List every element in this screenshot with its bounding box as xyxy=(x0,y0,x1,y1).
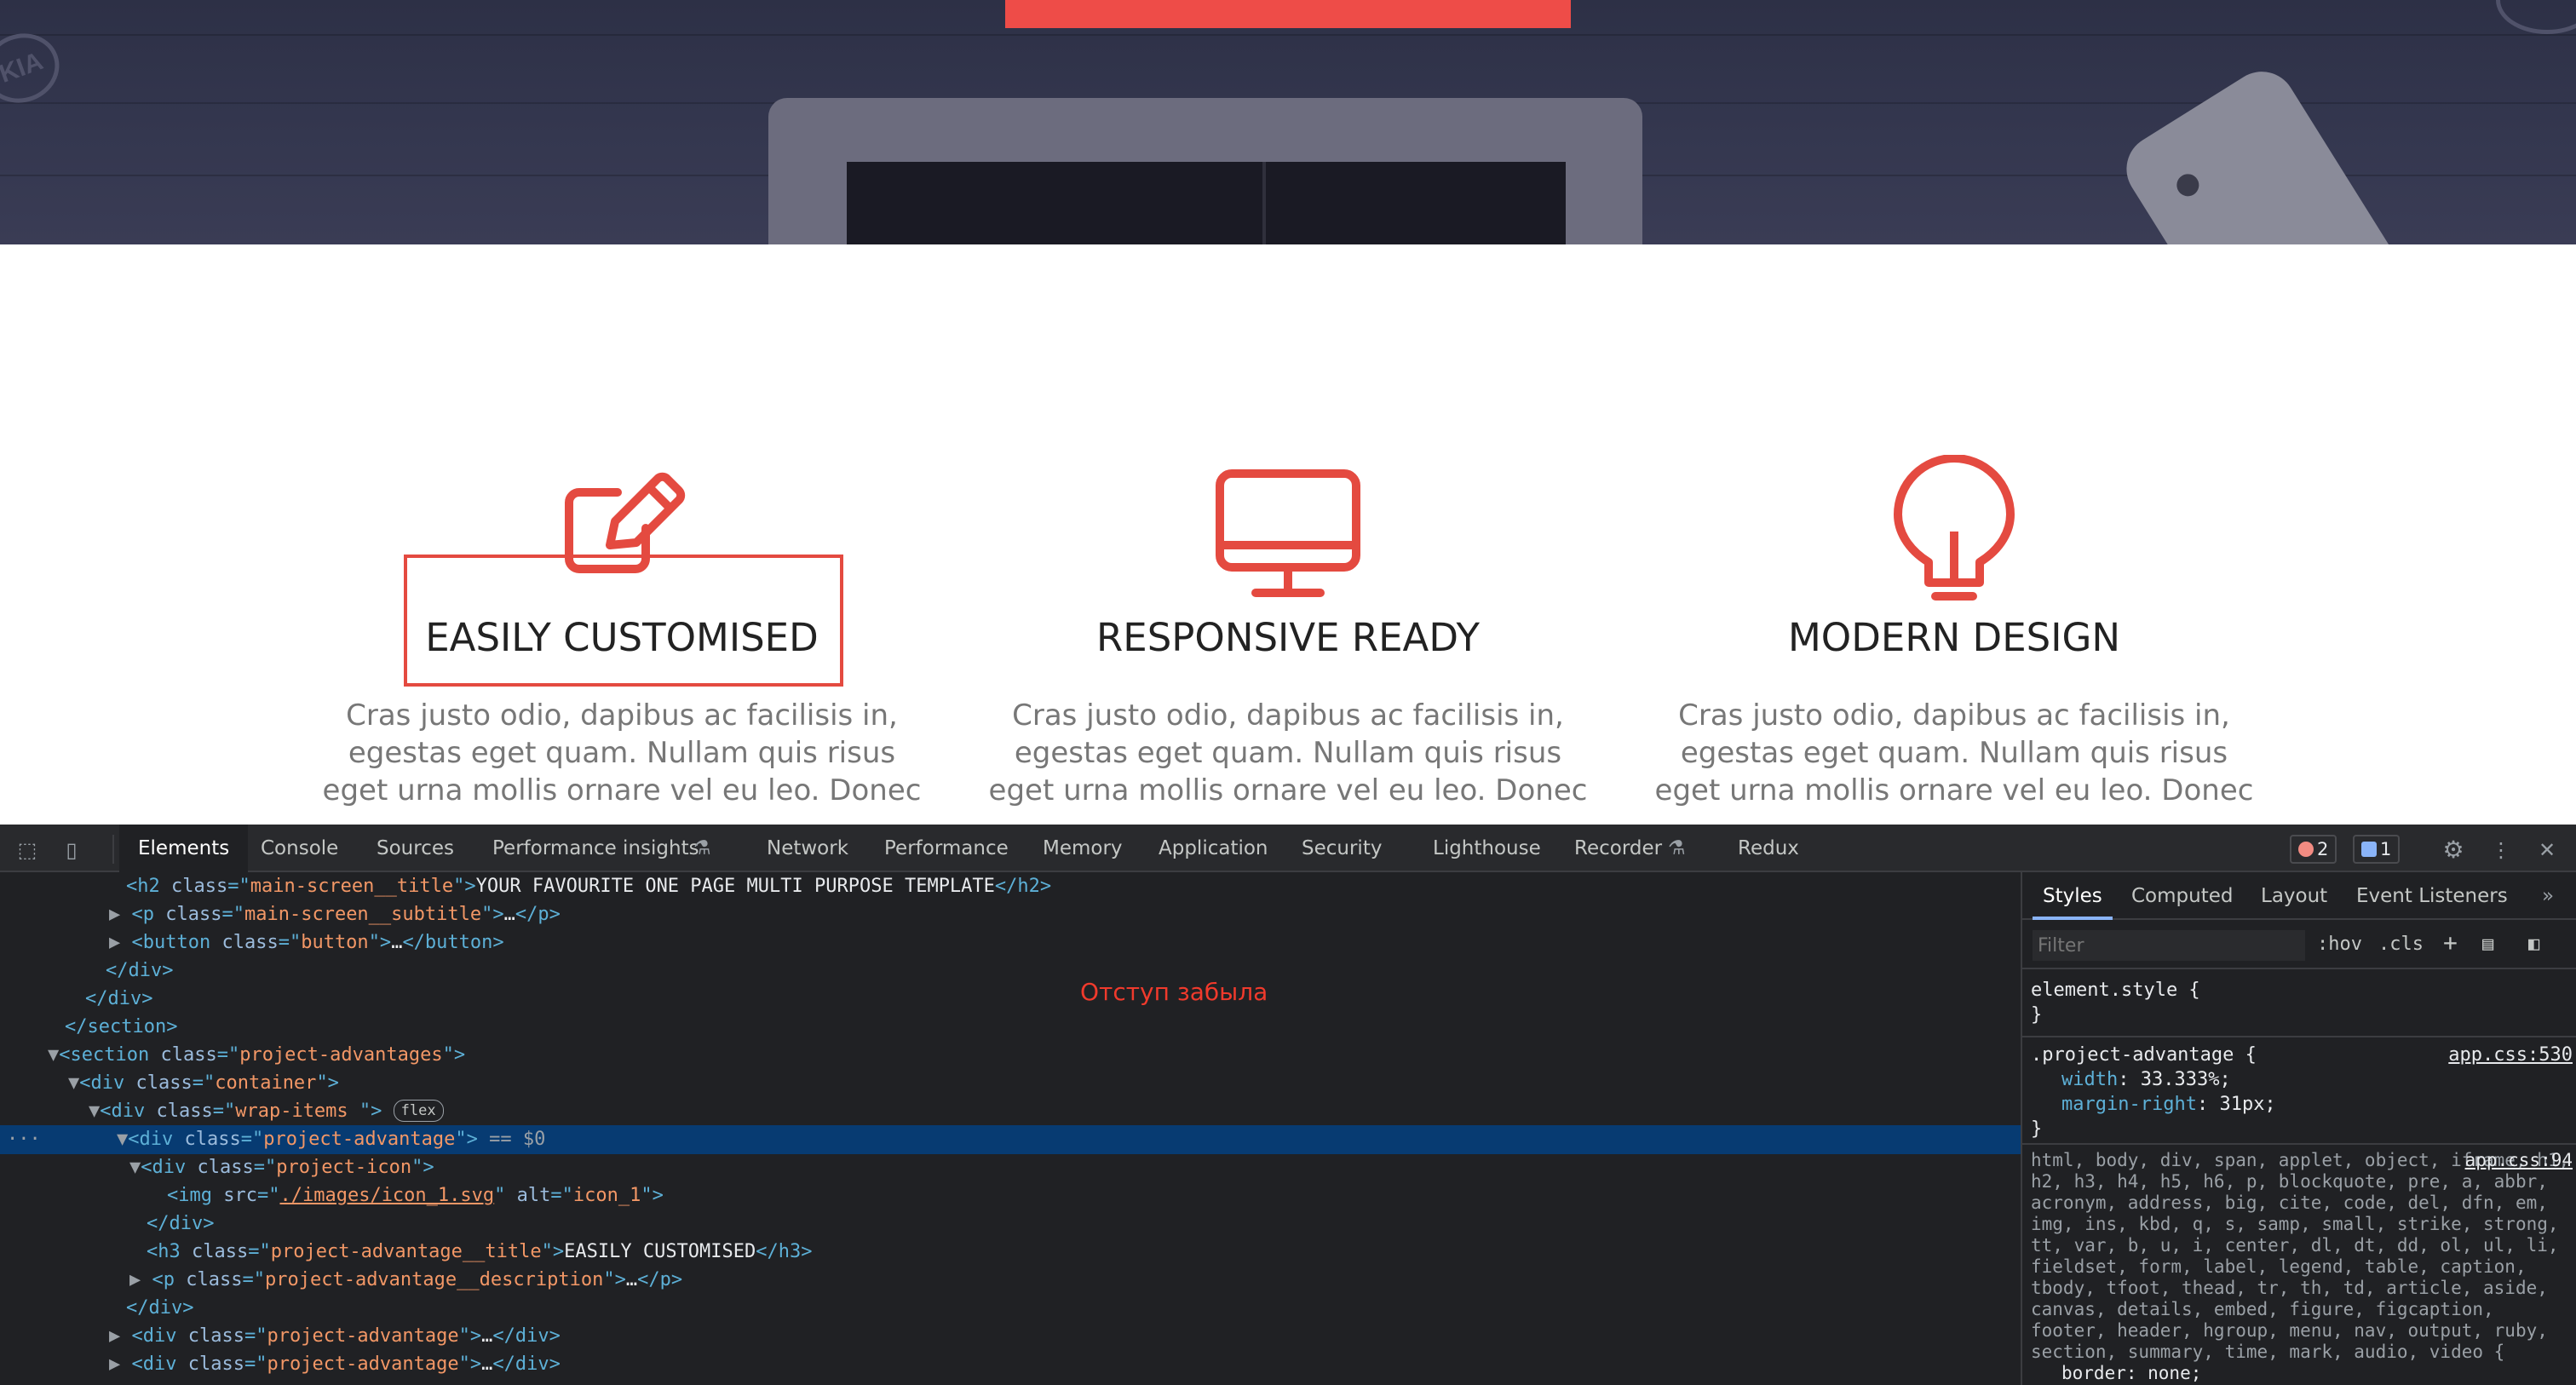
rule-source-link[interactable]: app.css:94 xyxy=(2465,1150,2573,1171)
tab-performance-insights[interactable]: Performance insights xyxy=(492,825,699,872)
tab-lighthouse[interactable]: Lighthouse xyxy=(1433,825,1541,872)
dom-node-p-description[interactable]: ▶ <p class="project-advantage__descripti… xyxy=(0,1266,2021,1295)
advantage-description: Cras justo odio, dapibus ac facilisis in… xyxy=(322,698,922,807)
dom-node-p-subtitle[interactable]: ▶ <p class="main-screen__subtitle">…</p> xyxy=(0,900,2021,929)
flex-badge[interactable]: flex xyxy=(393,1100,444,1122)
advantage-description: Cras justo odio, dapibus ac facilisis in… xyxy=(1654,698,2254,807)
dom-node-h2[interactable]: <h2 class="main-screen__title">YOUR FAVO… xyxy=(0,872,2021,901)
dom-node-project-icon[interactable]: ▼<div class="project-icon"> xyxy=(0,1153,2021,1182)
tab-styles[interactable]: Styles xyxy=(2033,872,2113,920)
inspected-element-highlight xyxy=(404,555,843,687)
styles-tabbar: Styles Computed Layout Event Listeners » xyxy=(2022,872,2576,920)
css-declaration[interactable]: border: none; xyxy=(2031,1363,2576,1384)
experimental-flask-icon: ⚗ xyxy=(1668,837,1686,859)
tab-application[interactable]: Application xyxy=(1159,825,1268,872)
dom-node-button[interactable]: ▶ <button class="button">…</button> xyxy=(0,928,2021,957)
tab-event-listeners[interactable]: Event Listeners xyxy=(2356,872,2508,920)
device-toolbar-icon[interactable]: ▯ xyxy=(60,838,83,862)
error-count-badge[interactable]: 2 xyxy=(2290,835,2337,864)
tab-security[interactable]: Security xyxy=(1302,825,1382,872)
paint-brush-icon[interactable]: ▤ xyxy=(2482,934,2493,955)
advantage-description: Cras justo odio, dapibus ac facilisis in… xyxy=(988,698,1588,807)
dom-node-section[interactable]: ▼<section class="project-advantages"> xyxy=(0,1041,2021,1070)
devtools-tabbar: ⬚ ▯ Elements Console Sources Performance… xyxy=(0,825,2576,874)
dom-node-h3[interactable]: <h3 class="project-advantage__title">EAS… xyxy=(0,1238,2021,1267)
tab-redux[interactable]: Redux xyxy=(1738,825,1799,872)
annotation-note: Отступ забыла xyxy=(1080,978,1268,1006)
project-advantage-3: MODERN DESIGN Cras justo odio, dapibus a… xyxy=(1622,0,2286,825)
dom-node-img[interactable]: <img src="./images/icon_1.svg" alt="icon… xyxy=(0,1181,2021,1210)
experimental-flask-icon: ⚗ xyxy=(693,837,711,859)
tab-sources[interactable]: Sources xyxy=(377,825,454,872)
advantage-title: MODERN DESIGN xyxy=(1787,615,2120,660)
dom-close-div[interactable]: </div> xyxy=(0,1294,2021,1323)
tab-computed[interactable]: Computed xyxy=(2131,872,2233,920)
tab-recorder[interactable]: Recorder xyxy=(1574,825,1662,872)
dom-tree[interactable]: <h2 class="main-screen__title">YOUR FAVO… xyxy=(0,872,2021,1385)
dom-node-wrap-items[interactable]: ▼<div class="wrap-items "> flex xyxy=(0,1097,2021,1126)
advantage-title: RESPONSIVE READY xyxy=(1096,615,1480,660)
tab-layout[interactable]: Layout xyxy=(2261,872,2327,920)
message-icon xyxy=(2361,842,2377,857)
dom-close-div[interactable]: </div> xyxy=(0,985,2021,1014)
hero-glasses-image xyxy=(2496,0,2576,34)
styles-pane: Styles Computed Layout Event Listeners »… xyxy=(2021,872,2576,1385)
dom-node-project-advantage-selected[interactable]: ··· ▼<div class="project-advantage"> == … xyxy=(0,1125,2021,1154)
project-advantage-rule[interactable]: app.css:530 .project-advantage { width: … xyxy=(2022,1039,2576,1145)
class-toggle[interactable]: .cls xyxy=(2378,934,2424,955)
tab-performance[interactable]: Performance xyxy=(884,825,1009,872)
css-declaration[interactable]: margin-right: 31px; xyxy=(2031,1092,2576,1117)
dom-node-project-advantage-3[interactable]: ▶ <div class="project-advantage">…</div> xyxy=(0,1350,2021,1379)
tab-console[interactable]: Console xyxy=(261,825,338,872)
more-options-icon[interactable]: ⋮ xyxy=(2489,838,2513,862)
dom-close-div[interactable]: </div> xyxy=(0,1210,2021,1238)
dom-node-container[interactable]: ▼<div class="container"> xyxy=(0,1069,2021,1098)
dom-close-section[interactable]: </section> xyxy=(0,1013,2021,1042)
element-style-rule[interactable]: element.style { } xyxy=(2022,973,2576,1037)
error-icon xyxy=(2298,842,2314,857)
close-devtools-icon[interactable]: ✕ xyxy=(2535,838,2559,862)
lightbulb-icon xyxy=(1894,455,2015,601)
tab-elements[interactable]: Elements xyxy=(119,825,249,874)
reset-rule[interactable]: app.css:94 html, body, div, span, applet… xyxy=(2022,1147,2576,1385)
hero-car-logo: KIA xyxy=(0,23,69,113)
project-advantage-2: RESPONSIVE READY Cras justo odio, dapibu… xyxy=(956,0,1620,825)
dom-node-project-advantage-2[interactable]: ▶ <div class="project-advantage">…</div> xyxy=(0,1322,2021,1351)
rule-source-link[interactable]: app.css:530 xyxy=(2448,1043,2573,1067)
toggle-sidebar-icon[interactable]: ◧ xyxy=(2528,934,2539,955)
dom-close-div[interactable]: </div> xyxy=(0,957,2021,986)
devtools-panel: ⬚ ▯ Elements Console Sources Performance… xyxy=(0,825,2576,1385)
more-tabs-chevron-icon[interactable]: » xyxy=(2542,872,2554,920)
project-advantage-1: EASILY CUSTOMISED Cras justo odio, dapib… xyxy=(290,0,954,825)
monitor-icon xyxy=(1216,469,1360,597)
message-count-badge[interactable]: 1 xyxy=(2353,835,2401,864)
inspect-element-icon[interactable]: ⬚ xyxy=(15,838,39,862)
tab-network[interactable]: Network xyxy=(767,825,848,872)
tab-memory[interactable]: Memory xyxy=(1043,825,1123,872)
new-rule-plus-icon[interactable]: + xyxy=(2443,928,2458,957)
styles-filter-row: :hov .cls + ▤ ◧ xyxy=(2022,922,2576,969)
settings-gear-icon[interactable]: ⚙ xyxy=(2441,838,2465,862)
styles-filter-input[interactable] xyxy=(2033,930,2305,961)
hover-state-toggle[interactable]: :hov xyxy=(2317,934,2362,955)
css-declaration[interactable]: width: 33.333%; xyxy=(2031,1067,2576,1092)
website-viewport: KIA EASILY CUSTOMISED Cras justo odio, d… xyxy=(0,0,2576,825)
